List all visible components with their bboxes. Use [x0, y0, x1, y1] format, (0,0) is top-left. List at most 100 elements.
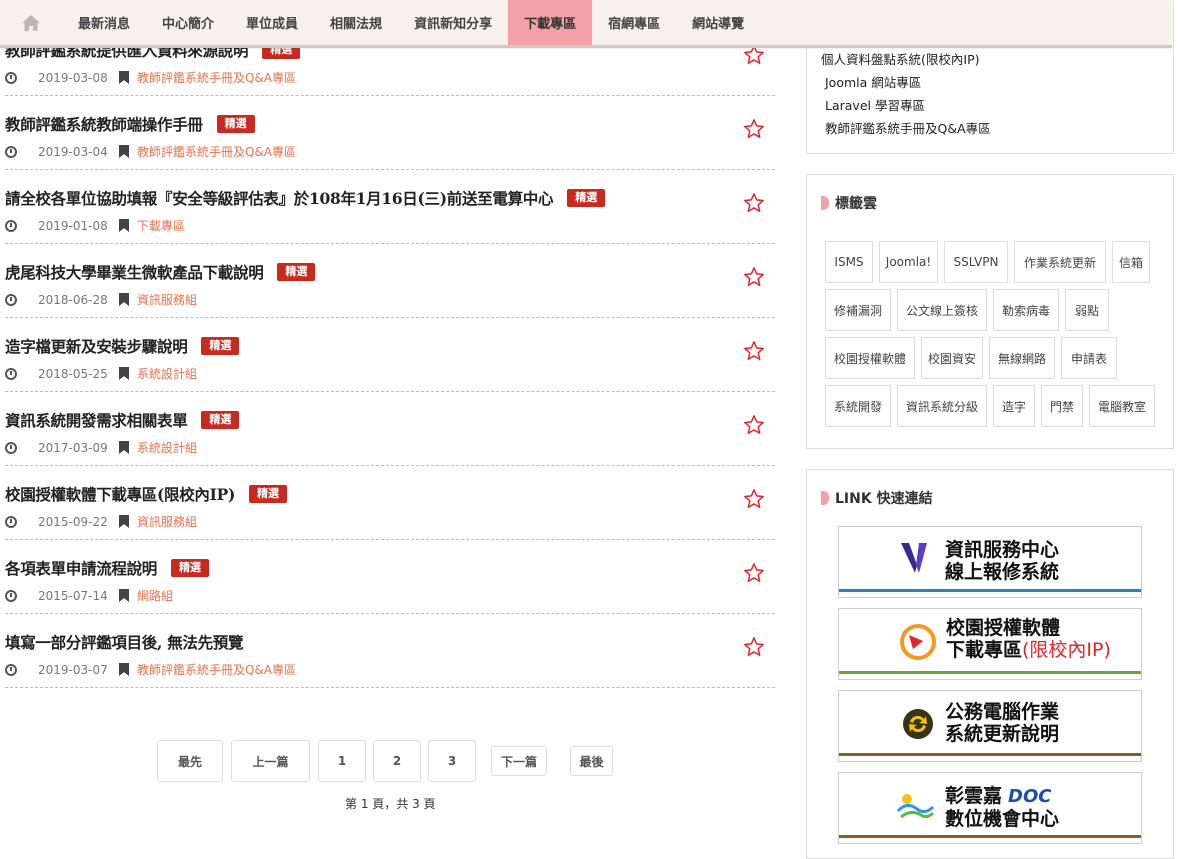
star-icon[interactable] — [743, 414, 765, 436]
tag-link[interactable]: SSLVPN — [944, 241, 1008, 283]
link-update-guide[interactable]: 公務電腦作業 系統更新說明 — [838, 690, 1142, 762]
article-meta: 2017-03-09 系統設計組 — [5, 439, 197, 456]
article-title-row: 虎尾科技大學畢業生微軟產品下載說明 精選 — [5, 261, 316, 283]
star-icon[interactable] — [743, 340, 765, 362]
tag-link[interactable]: ISMS — [825, 241, 873, 283]
tag-link[interactable]: 公文線上簽核 — [897, 289, 987, 331]
nav-item[interactable]: 資訊新知分享 — [398, 0, 508, 45]
article-date: 2019-03-04 — [38, 144, 108, 159]
article-title[interactable]: 虎尾科技大學畢業生微軟產品下載說明 — [5, 261, 264, 283]
tag-link[interactable]: 門禁 — [1041, 385, 1083, 427]
last-page-button[interactable]: 最後 — [570, 746, 613, 776]
tag-link[interactable]: 校園授權軟體 — [825, 337, 915, 379]
link-license-software[interactable]: 校園授權軟體 下載專區(限校內IP) — [838, 608, 1142, 680]
article-item: 教師評鑑系統教師端操作手冊 精選 2019-03-04 教師評鑑系統手冊及Q&A專區 — [5, 96, 775, 170]
tag-link[interactable]: 申請表 — [1061, 337, 1117, 379]
featured-badge: 精選 — [277, 263, 316, 281]
tag-link[interactable]: 修補漏洞 — [825, 289, 891, 331]
clock-icon — [5, 663, 17, 676]
article-item: 請全校各單位協助填報『安全等級評估表』於108年1月16日(三)前送至電算中心精… — [5, 170, 775, 244]
article-item: 校園授權軟體下載專區(限校內IP) 精選 2015-09-22 資訊服務組 — [5, 466, 775, 540]
clock-icon — [5, 71, 17, 84]
page-3-button[interactable]: 3 — [428, 740, 476, 782]
article-category[interactable]: 下載專區 — [137, 217, 185, 234]
article-category[interactable]: 教師評鑑系統手冊及Q&A專區 — [137, 69, 296, 86]
star-icon[interactable] — [743, 192, 765, 214]
clock-icon — [5, 293, 17, 306]
nav-item[interactable]: 單位成員 — [230, 0, 314, 45]
article-category[interactable]: 資訊服務組 — [137, 291, 197, 308]
clock-icon — [5, 145, 17, 158]
nav-item[interactable]: 中心簡介 — [146, 0, 230, 45]
link-line1: 校園授權軟體 — [946, 617, 1061, 639]
link-repair-system[interactable]: 資訊服務中心 線上報修系統 — [838, 526, 1142, 598]
article-meta: 2019-03-08 教師評鑑系統手冊及Q&A專區 — [5, 69, 296, 86]
nav-item[interactable]: 相關法規 — [314, 0, 398, 45]
star-icon[interactable] — [743, 118, 765, 140]
tag-link[interactable]: 造字 — [993, 385, 1035, 427]
doc-logo-icon — [896, 794, 935, 819]
prev-page-button[interactable]: 上一篇 — [231, 740, 310, 782]
nav-menu: 最新消息 中心簡介 單位成員 相關法規 資訊新知分享 下載專區 宿網專區 網站導覽 — [62, 0, 760, 45]
category-link[interactable]: 教師評鑑系統手冊及Q&A專區 — [825, 118, 991, 137]
tag-link[interactable]: 勒索病毒 — [993, 289, 1059, 331]
article-meta: 2015-09-22 資訊服務組 — [5, 513, 197, 530]
tag-link[interactable]: 信箱 — [1112, 241, 1150, 283]
article-title[interactable]: 教師評鑑系統教師端操作手冊 — [5, 113, 203, 135]
next-page-button[interactable]: 下一篇 — [491, 746, 547, 776]
article-title-row: 校園授權軟體下載專區(限校內IP) 精選 — [5, 483, 287, 505]
article-category[interactable]: 網路組 — [137, 587, 173, 604]
page-1-button[interactable]: 1 — [318, 740, 366, 782]
article-category[interactable]: 系統設計組 — [137, 365, 197, 382]
bookmark-icon — [119, 219, 129, 232]
article-date: 2017-03-09 — [38, 440, 108, 455]
category-link[interactable]: Joomla 網站專區 — [825, 72, 921, 91]
article-title[interactable]: 請全校各單位協助填報『安全等級評估表』於108年1月16日(三)前送至電算中心 — [5, 187, 553, 209]
tag-link[interactable]: 作業系統更新 — [1014, 241, 1106, 283]
clock-icon — [5, 589, 17, 602]
article-category[interactable]: 教師評鑑系統手冊及Q&A專區 — [137, 143, 296, 160]
article-title[interactable]: 校園授權軟體下載專區(限校內IP) — [5, 483, 235, 505]
article-title[interactable]: 資訊系統開發需求相關表單 — [5, 409, 188, 431]
article-title-row: 填寫一部分評鑑項目後, 無法先預覽 — [5, 631, 244, 653]
article-category[interactable]: 資訊服務組 — [137, 513, 197, 530]
nav-item[interactable]: 網站導覽 — [676, 0, 760, 45]
first-page-button[interactable]: 最先 — [157, 740, 223, 782]
star-icon[interactable] — [743, 488, 765, 510]
star-icon[interactable] — [743, 636, 765, 658]
category-link[interactable]: Laravel 學習專區 — [825, 95, 925, 114]
nav-home-button[interactable] — [0, 0, 62, 45]
tag-link[interactable]: Joomla! — [879, 241, 938, 283]
article-date: 2019-03-07 — [38, 662, 108, 677]
featured-badge: 精選 — [216, 115, 255, 133]
home-icon — [22, 14, 40, 31]
article-title[interactable]: 造字檔更新及安裝步驟說明 — [5, 335, 188, 357]
article-title-row: 各項表單申請流程說明 精選 — [5, 557, 210, 579]
article-date: 2019-03-08 — [38, 70, 108, 85]
page-2-button[interactable]: 2 — [373, 740, 421, 782]
tag-link[interactable]: 無線網路 — [989, 337, 1055, 379]
tag-link[interactable]: 資訊系統分級 — [897, 385, 987, 427]
link-doc-center[interactable]: 彰雲嘉 DOC 數位機會中心 — [838, 772, 1142, 844]
article-title[interactable]: 各項表單申請流程說明 — [5, 557, 157, 579]
nav-item[interactable]: 最新消息 — [62, 0, 146, 45]
star-icon[interactable] — [743, 266, 765, 288]
bookmark-icon — [119, 293, 129, 306]
bookmark-icon — [119, 145, 129, 158]
nav-item[interactable]: 下載專區 — [508, 0, 593, 45]
star-icon[interactable] — [743, 562, 765, 584]
tag-link[interactable]: 弱點 — [1065, 289, 1109, 331]
tag-link[interactable]: 校園資安 — [921, 337, 983, 379]
bookmark-icon — [119, 441, 129, 454]
article-category[interactable]: 系統設計組 — [137, 439, 197, 456]
article-meta: 2018-06-28 資訊服務組 — [5, 291, 197, 308]
link-extra: (限校內IP) — [1022, 639, 1111, 661]
article-category[interactable]: 教師評鑑系統手冊及Q&A專區 — [137, 661, 296, 678]
nav-item[interactable]: 宿網專區 — [592, 0, 676, 45]
tag-link[interactable]: 電腦教室 — [1089, 385, 1155, 427]
article-title[interactable]: 填寫一部分評鑑項目後, 無法先預覽 — [5, 631, 244, 653]
category-link[interactable]: 個人資料盤點系統(限校內IP) — [821, 49, 979, 68]
link-line2: 線上報修系統 — [945, 561, 1060, 583]
tag-link[interactable]: 系統開發 — [825, 385, 891, 427]
doc-logo-text: DOC — [1008, 786, 1052, 807]
